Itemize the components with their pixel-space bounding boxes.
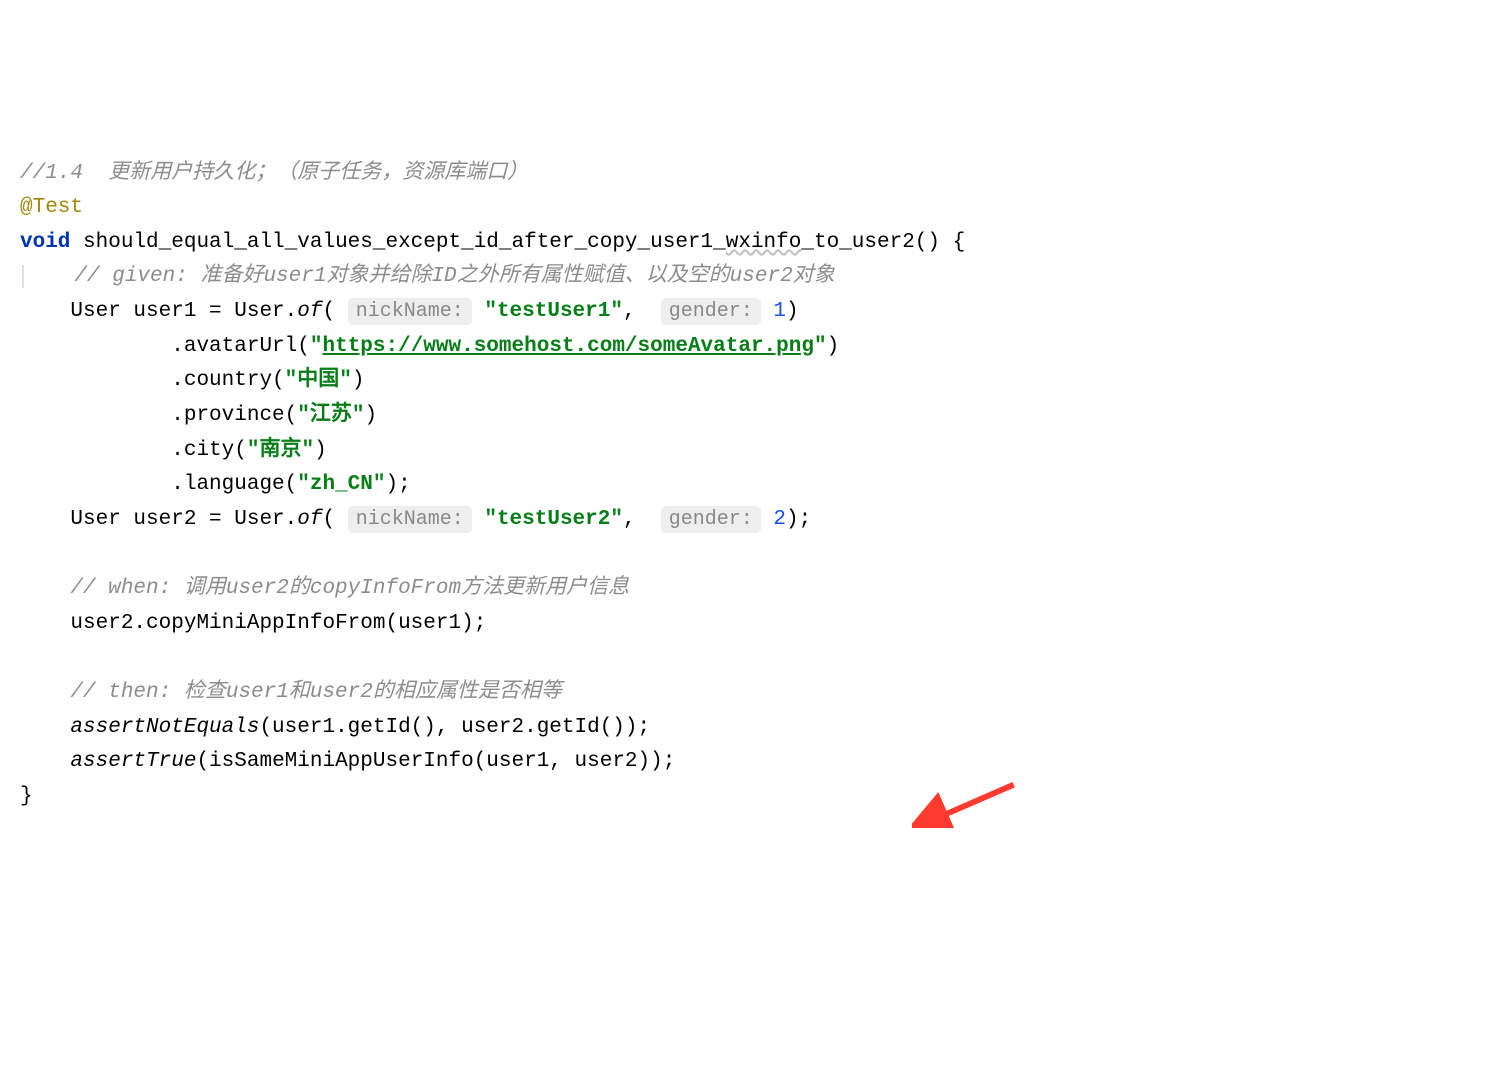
line-user2-decl: User user2 = User.of( nickName: "testUse… — [70, 506, 811, 533]
line-assert-true: assertTrue(isSameMiniAppUserInfo(user1, … — [70, 750, 675, 773]
method-body: // given: 准备好user1对象并给除ID之外所有属性赋值、以及空的us… — [20, 265, 839, 773]
hint-nickname: nickName: — [348, 298, 472, 325]
line-avatar: .avatarUrl("https://www.somehost.com/som… — [70, 335, 839, 358]
line-assert-not-equals: assertNotEquals(user1.getId(), user2.get… — [70, 716, 650, 739]
comment-then: // then: 检查user1和user2的相应属性是否相等 — [70, 681, 561, 704]
hint-gender: gender: — [661, 298, 761, 325]
annotation-test: @Test — [20, 196, 83, 219]
line-language: .language("zh_CN"); — [70, 473, 410, 496]
line-copy-call: user2.copyMiniAppInfoFrom(user1); — [70, 612, 486, 635]
close-brace: } — [20, 785, 33, 808]
hint-nickname-2: nickName: — [348, 506, 472, 533]
comment-when: // when: 调用user2的copyInfoFrom方法更新用户信息 — [70, 577, 629, 600]
line-user1-decl: User user1 = User.of( nickName: "testUse… — [70, 298, 798, 325]
hint-gender-2: gender: — [661, 506, 761, 533]
code-block[interactable]: //1.4 更新用户持久化；（原子任务，资源库端口） @Test void sh… — [20, 157, 1470, 815]
comment-top: //1.4 更新用户持久化；（原子任务，资源库端口） — [20, 162, 528, 185]
keyword-void: void — [20, 231, 70, 254]
line-province: .province("江苏") — [70, 404, 377, 427]
comment-given: // given: 准备好user1对象并给除ID之外所有属性赋值、以及空的us… — [74, 265, 834, 288]
line-city: .city("南京") — [70, 439, 326, 462]
line-country: .country("中国") — [70, 369, 364, 392]
test-method-signature: should_equal_all_values_except_id_after_… — [83, 231, 965, 254]
